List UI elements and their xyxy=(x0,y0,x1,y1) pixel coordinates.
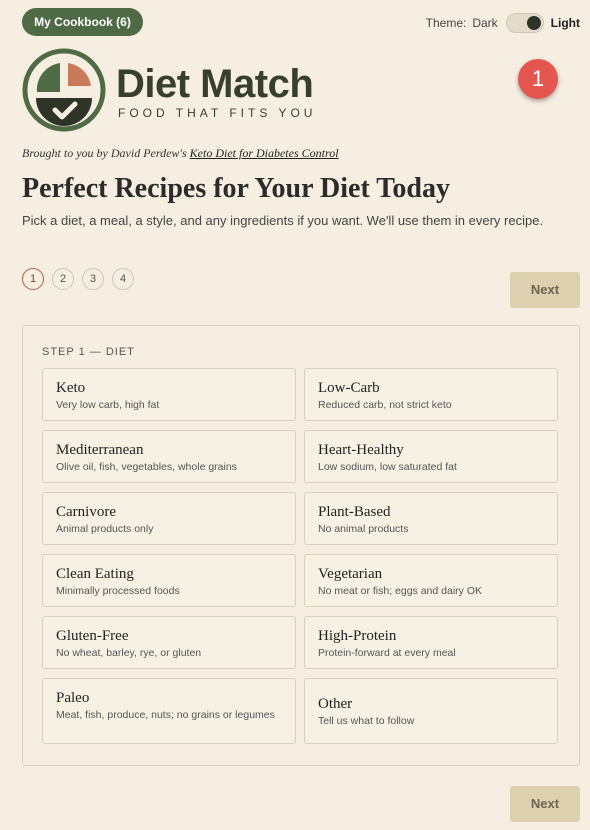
option-description: Very low carb, high fat xyxy=(56,399,160,411)
option-description: No animal products xyxy=(318,523,409,535)
diet-option-keto[interactable]: Keto Very low carb, high fat xyxy=(42,368,296,421)
option-title: Carnivore xyxy=(56,504,116,520)
theme-dark-option[interactable]: Dark xyxy=(472,16,497,30)
option-title: Keto xyxy=(56,380,86,396)
next-button-top[interactable]: Next xyxy=(510,272,580,308)
top-bar: My Cookbook (6) Theme: Dark Light xyxy=(22,8,580,36)
option-title: Other xyxy=(318,696,353,712)
logo-wordmark: Diet Match xyxy=(116,62,314,106)
next-button-bottom[interactable]: Next xyxy=(510,786,580,822)
option-description: Olive oil, fish, vegetables, whole grain… xyxy=(56,461,237,473)
diet-option-plant-based[interactable]: Plant-Based No animal products xyxy=(304,492,558,545)
theme-switcher: Theme: Dark Light xyxy=(426,12,580,34)
keto-diet-book-link[interactable]: Keto Diet for Diabetes Control xyxy=(190,146,339,160)
diet-step-panel: STEP 1 — DIET Keto Very low carb, high f… xyxy=(22,325,580,766)
diet-option-vegetarian[interactable]: Vegetarian No meat or fish; eggs and dai… xyxy=(304,554,558,607)
step-heading: STEP 1 — DIET xyxy=(42,346,135,358)
option-title: Heart-Healthy xyxy=(318,442,404,458)
option-title: Mediterranean xyxy=(56,442,144,458)
attribution-line: Brought to you by David Perdew's Keto Di… xyxy=(22,146,339,161)
diet-option-clean-eating[interactable]: Clean Eating Minimally processed foods xyxy=(42,554,296,607)
option-title: Gluten-Free xyxy=(56,628,129,644)
notification-badge[interactable]: 1 xyxy=(518,59,558,99)
logo-tagline: FOOD THAT FITS YOU xyxy=(118,106,317,120)
option-description: No wheat, barley, rye, or gluten xyxy=(56,647,202,659)
diet-option-carnivore[interactable]: Carnivore Animal products only xyxy=(42,492,296,545)
step-3[interactable]: 3 xyxy=(82,268,104,290)
option-title: Vegetarian xyxy=(318,566,383,582)
theme-toggle[interactable] xyxy=(505,13,544,33)
step-1[interactable]: 1 xyxy=(22,268,44,290)
step-2[interactable]: 2 xyxy=(52,268,74,290)
option-title: Low-Carb xyxy=(318,380,380,396)
diet-option-heart-healthy[interactable]: Heart-Healthy Low sodium, low saturated … xyxy=(304,430,558,483)
option-title: High-Protein xyxy=(318,628,397,644)
toggle-knob xyxy=(526,16,541,30)
option-description: Tell us what to follow xyxy=(318,715,415,727)
option-title: Paleo xyxy=(56,690,90,706)
option-description: Reduced carb, not strict keto xyxy=(318,399,452,411)
step-indicator: 1 2 3 4 xyxy=(22,268,134,290)
option-title: Clean Eating xyxy=(56,566,134,582)
option-description: No meat or fish; eggs and dairy OK xyxy=(318,585,482,597)
diet-option-gluten-free[interactable]: Gluten-Free No wheat, barley, rye, or gl… xyxy=(42,616,296,669)
my-cookbook-button[interactable]: My Cookbook (6) xyxy=(22,8,143,36)
diet-option-other[interactable]: Other Tell us what to follow xyxy=(304,678,558,744)
diet-match-logo[interactable]: Diet Match FOOD THAT FITS YOU xyxy=(22,48,342,134)
diet-option-low-carb[interactable]: Low-Carb Reduced carb, not strict keto xyxy=(304,368,558,421)
diet-options-grid: Keto Very low carb, high fat Low-Carb Re… xyxy=(42,368,558,744)
diet-option-high-protein[interactable]: High-Protein Protein-forward at every me… xyxy=(304,616,558,669)
theme-label: Theme: xyxy=(425,16,467,30)
option-description: Low sodium, low saturated fat xyxy=(318,461,457,473)
diet-option-paleo[interactable]: Paleo Meat, fish, produce, nuts; no grai… xyxy=(42,678,296,744)
diet-option-mediterranean[interactable]: Mediterranean Olive oil, fish, vegetable… xyxy=(42,430,296,483)
option-description: Protein-forward at every meal xyxy=(318,647,456,659)
theme-light-option[interactable]: Light xyxy=(551,16,580,30)
step-4[interactable]: 4 xyxy=(112,268,134,290)
option-description: Minimally processed foods xyxy=(56,585,180,597)
option-title: Plant-Based xyxy=(318,504,391,520)
option-description: Meat, fish, produce, nuts; no grains or … xyxy=(56,709,275,721)
plate-check-icon xyxy=(22,48,106,132)
option-description: Animal products only xyxy=(56,523,154,535)
attribution-prefix: Brought to you by David Perdew's xyxy=(22,146,190,160)
page-title: Perfect Recipes for Your Diet Today xyxy=(22,173,450,204)
page-subtitle: Pick a diet, a meal, a style, and any in… xyxy=(22,213,544,228)
